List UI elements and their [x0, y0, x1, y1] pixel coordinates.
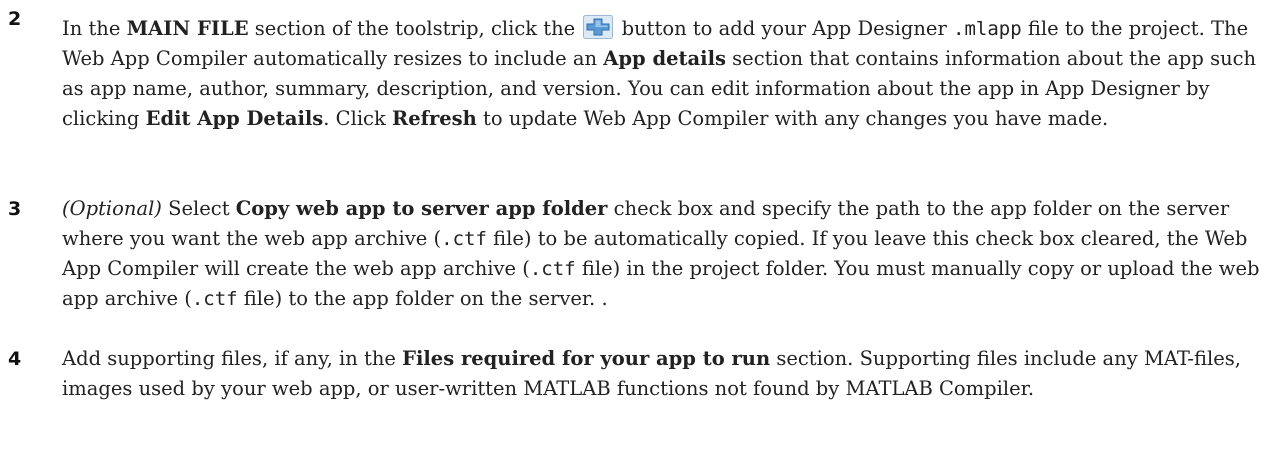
step-number: 3 [8, 198, 22, 220]
ui-label-main-file: MAIN FILE [126, 17, 249, 40]
optional-marker: (Optional) [62, 197, 162, 220]
code-ctf: .ctf [529, 258, 576, 280]
step-text: Add supporting files, if any, in the Fil… [62, 344, 1262, 404]
text-run: section of the toolstrip, click the [248, 17, 582, 40]
text-run: to update Web App Compiler with any chan… [476, 107, 1109, 130]
text-run: file) to the app folder on the server. . [237, 287, 608, 310]
step-number: 2 [8, 8, 22, 30]
step-text: In the MAIN FILE section of the toolstri… [62, 14, 1262, 134]
ui-label-edit-app-details: Edit App Details [145, 107, 324, 130]
ui-label-copy-web-app: Copy web app to server app folder [235, 197, 608, 220]
text-run: Select [161, 197, 236, 220]
add-file-plus-icon [583, 15, 614, 39]
text-run: In the [62, 17, 127, 40]
ui-label-files-required: Files required for your app to run [402, 347, 771, 370]
documentation-steps: 2 In the MAIN FILE section of the toolst… [0, 0, 1272, 456]
ui-label-refresh: Refresh [392, 107, 477, 130]
text-run: . Click [323, 107, 392, 130]
ui-label-app-details: App details [603, 47, 726, 70]
step-text: (Optional) Select Copy web app to server… [62, 194, 1262, 314]
step-number: 4 [8, 348, 22, 370]
text-run: button to add your App Designer [615, 17, 953, 40]
code-mlapp: .mlapp [953, 18, 1022, 40]
code-ctf: .ctf [191, 288, 238, 310]
code-ctf: .ctf [441, 228, 487, 250]
text-run: Add supporting files, if any, in the [62, 347, 403, 370]
